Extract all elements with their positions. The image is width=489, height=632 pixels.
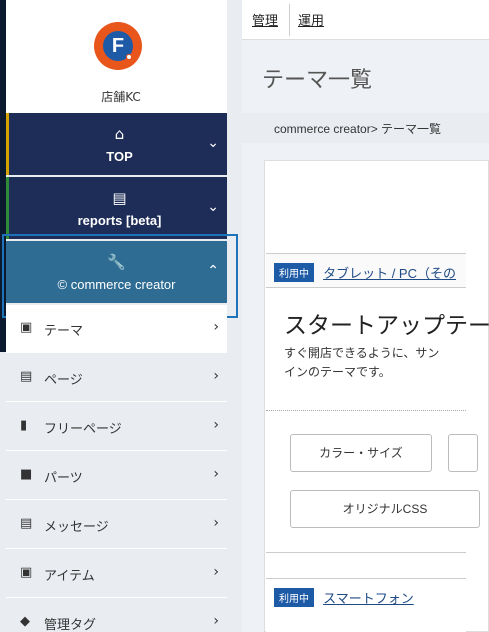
submenu-label: 管理タグ — [44, 617, 97, 632]
submenu-parts[interactable]: ■ パーツ › — [6, 452, 227, 500]
chevron-right-icon: › — [213, 613, 219, 629]
theme-card-smartphone: 利用中 スマートフォン — [266, 578, 466, 632]
submenu-label: フリーページ — [44, 421, 122, 436]
document-icon: ▮ — [20, 418, 28, 433]
pages-icon: ▤ — [20, 369, 33, 384]
chevron-right-icon: › — [213, 564, 219, 580]
nav-reports-label: reports [beta] — [77, 213, 162, 228]
theme-title: スタートアップテー — [284, 312, 489, 338]
submenu-tag[interactable]: ◆ 管理タグ › — [6, 599, 227, 632]
theme-description: すぐ開店できるように、サン インのテーマです。 — [284, 346, 440, 379]
chart-icon: ▤ — [112, 189, 127, 207]
store-logo[interactable]: F — [94, 22, 142, 70]
page-title: テーマ一覧 — [262, 67, 373, 92]
chevron-right-icon: › — [213, 515, 219, 531]
tag-icon: ◆ — [20, 614, 30, 629]
submenu-label: メッセージ — [44, 519, 109, 534]
top-nav-operate[interactable]: 運用 — [298, 10, 324, 29]
submenu-label: パーツ — [44, 470, 83, 485]
chevron-down-icon: ⌄ — [207, 199, 219, 215]
nav-top[interactable]: ⌂ TOP ⌄ — [6, 113, 227, 175]
sidebar: F 店舗KC ⌂ TOP ⌄ ▤ reports [beta] ⌄ 🔧 © co… — [0, 0, 242, 632]
submenu-label: テーマ — [44, 323, 84, 338]
divider — [266, 410, 466, 411]
submenu-free-page[interactable]: ▮ フリーページ › — [6, 403, 227, 451]
nav-reports[interactable]: ▤ reports [beta] ⌄ — [6, 177, 227, 239]
main-area: 管理 運用 テーマ一覧 commerce creator> テーマ一覧 利用中 … — [242, 0, 489, 632]
theme-link[interactable]: スマートフォン — [323, 591, 414, 606]
logo-registered-mark — [126, 54, 132, 60]
chevron-right-icon: › — [213, 417, 219, 433]
submenu-label: アイテム — [44, 568, 95, 583]
original-css-button[interactable]: オリジナルCSS — [290, 490, 480, 528]
submenu-item[interactable]: ▣ アイテム › — [6, 550, 227, 598]
theme-link[interactable]: タブレット / PC（その — [323, 266, 456, 281]
submenu-label: ページ — [44, 372, 83, 387]
logo-area: F 店舗KC — [6, 0, 227, 113]
message-icon: ▤ — [20, 516, 33, 531]
briefcase-icon: ■ — [20, 467, 33, 482]
chevron-right-icon: › — [213, 368, 219, 384]
breadcrumb: commerce creator> テーマ一覧 — [242, 113, 489, 143]
submenu-theme[interactable]: ▣ テーマ › — [6, 305, 227, 353]
submenu-message[interactable]: ▤ メッセージ › — [6, 501, 227, 549]
top-nav: 管理 運用 — [242, 0, 489, 40]
top-nav-manage[interactable]: 管理 — [252, 10, 278, 29]
color-size-button[interactable]: カラー・サイズ — [290, 434, 432, 472]
card-header: 利用中 スマートフォン — [266, 579, 466, 613]
image-icon: ▣ — [20, 320, 33, 335]
chevron-right-icon: › — [213, 319, 219, 335]
home-icon: ⌂ — [114, 125, 125, 143]
picture-icon: ▣ — [20, 565, 33, 580]
next-button[interactable] — [448, 434, 478, 472]
chevron-down-icon: ⌄ — [207, 135, 219, 151]
submenu-page[interactable]: ▤ ページ › — [6, 354, 227, 402]
status-badge: 利用中 — [274, 263, 314, 282]
chevron-right-icon: › — [213, 466, 219, 482]
card-header: 利用中 タブレット / PC（その — [266, 254, 466, 288]
store-name: 店舗KC — [101, 90, 141, 104]
divider — [289, 4, 290, 36]
nav-top-label: TOP — [106, 149, 133, 164]
status-badge: 利用中 — [274, 588, 314, 607]
theme-card-tablet-pc: 利用中 タブレット / PC（その スタートアップテー すぐ開店できるように、サ… — [266, 253, 489, 553]
